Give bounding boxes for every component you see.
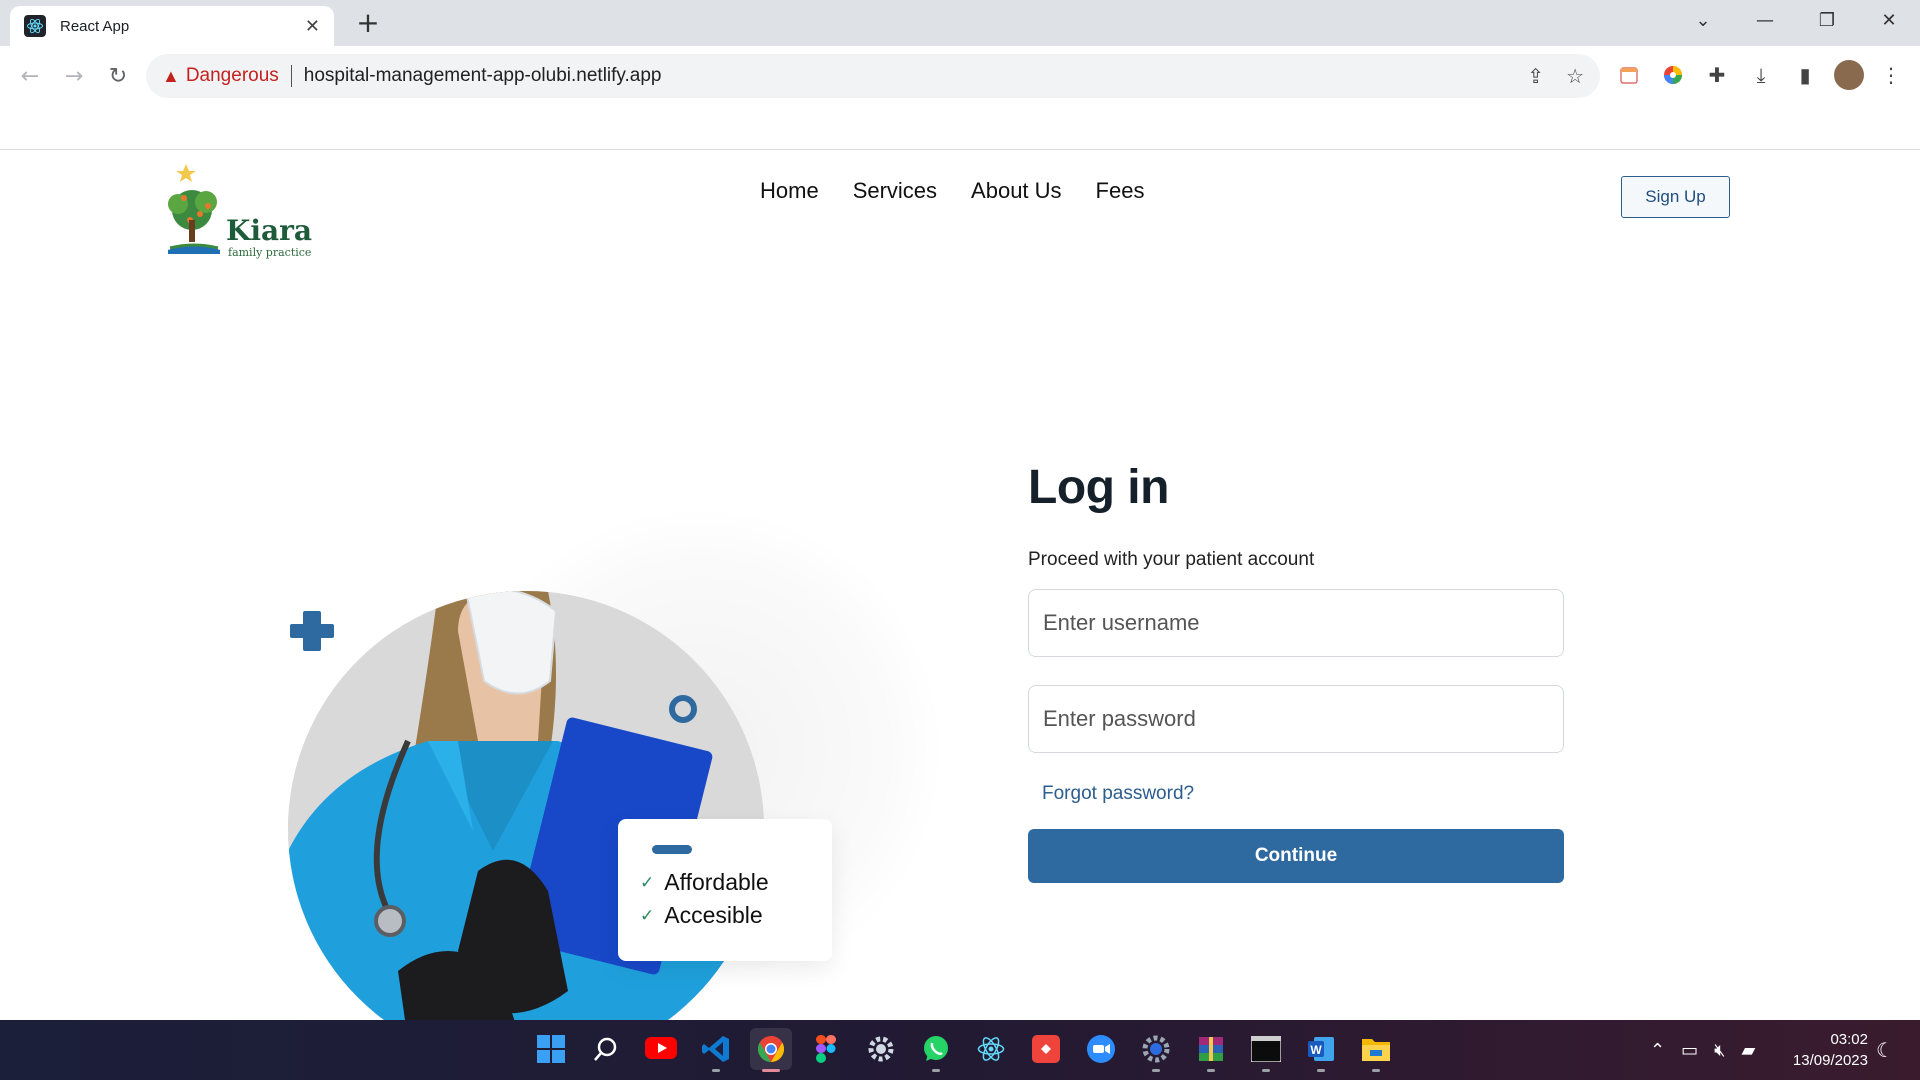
warning-triangle-icon: ▲: [162, 65, 180, 86]
login-form: Log in Proceed with your patient account…: [1028, 460, 1568, 883]
card-accent-bar: [652, 845, 692, 854]
bookmark-star-icon[interactable]: ☆: [1566, 64, 1584, 89]
vscode-icon[interactable]: [695, 1028, 737, 1072]
restore-icon[interactable]: ❐: [1796, 0, 1858, 40]
continue-button[interactable]: Continue: [1028, 829, 1564, 883]
tree-logo-icon: [168, 164, 220, 254]
sign-up-button[interactable]: Sign Up: [1621, 176, 1730, 218]
username-input[interactable]: Enter username: [1028, 589, 1564, 657]
share-icon[interactable]: ⇪: [1527, 64, 1544, 89]
logo-tagline: family practice: [228, 246, 312, 259]
forward-icon[interactable]: →: [58, 60, 90, 92]
running-indicator: [762, 1069, 780, 1072]
whatsapp-icon[interactable]: [915, 1028, 957, 1072]
side-panel-icon[interactable]: ▮: [1790, 60, 1820, 90]
color-picker-extension-icon[interactable]: [1658, 60, 1688, 90]
clock-time: 03:02: [1830, 1031, 1868, 1048]
running-indicator: [932, 1069, 940, 1072]
volume-muted-icon[interactable]: 🔇︎: [1714, 1040, 1725, 1061]
running-indicator: [712, 1069, 720, 1072]
clock-date: 13/09/2023: [1792, 1052, 1868, 1069]
running-indicator: [1317, 1069, 1325, 1072]
figma-icon[interactable]: [805, 1028, 847, 1070]
profile-avatar[interactable]: [1834, 60, 1864, 90]
settings-icon[interactable]: [860, 1028, 902, 1070]
nav-about-us[interactable]: About Us: [971, 178, 1062, 204]
extensions-puzzle-icon[interactable]: ✚: [1702, 60, 1732, 90]
zoom-icon[interactable]: [1080, 1028, 1122, 1070]
login-subtitle: Proceed with your patient account: [1028, 549, 1315, 570]
hero-illustration: ✓ Affordable ✓ Accesible: [270, 320, 970, 1067]
feature-label: Accesible: [664, 902, 763, 928]
running-indicator: [1372, 1069, 1380, 1072]
battery-icon[interactable]: ▰: [1741, 1040, 1755, 1061]
file-explorer-icon[interactable]: [1355, 1028, 1397, 1072]
windows-taskbar: W ⌃ ▭ 🔇︎ ▰ 03:02 13/09/2023 ☾: [0, 1020, 1920, 1080]
svg-text:W: W: [1310, 1043, 1322, 1057]
decorative-ring-icon: [669, 695, 697, 723]
back-icon[interactable]: ←: [14, 60, 46, 92]
web-page: Kiara family practice Home Services Abou…: [0, 150, 1920, 1067]
nav-services[interactable]: Services: [853, 178, 937, 204]
window-close-icon[interactable]: ✕: [1858, 0, 1920, 40]
windows-start-icon[interactable]: [530, 1028, 572, 1070]
chevron-up-icon[interactable]: ⌃: [1650, 1040, 1665, 1061]
security-status[interactable]: Dangerous: [186, 65, 279, 87]
tab-title: React App: [60, 17, 130, 35]
reload-icon[interactable]: ↻: [102, 60, 134, 92]
browser-toolbar: ← → ↻ ▲ Dangerous hospital-management-ap…: [0, 46, 1920, 150]
react-favicon-icon: [24, 15, 46, 37]
settings-gear-icon[interactable]: [1135, 1028, 1177, 1072]
feature-accesible: ✓ Accesible: [640, 899, 810, 932]
tab-close-icon[interactable]: ✕: [305, 16, 320, 37]
kiara-logo[interactable]: Kiara family practice: [164, 162, 314, 259]
forgot-password-link[interactable]: Forgot password?: [1042, 783, 1194, 805]
feature-affordable: ✓ Affordable: [640, 866, 810, 899]
feature-label: Affordable: [664, 869, 769, 895]
check-icon: ✓: [640, 906, 655, 925]
browser-tab[interactable]: React App ✕: [10, 6, 334, 46]
chrome-icon[interactable]: [750, 1028, 792, 1072]
taskbar-apps: W: [530, 1028, 1397, 1072]
anydesk-icon[interactable]: [1025, 1028, 1067, 1070]
tab-search-chevron-icon[interactable]: ⌄: [1672, 0, 1734, 40]
more-menu-icon[interactable]: ⋮: [1876, 60, 1906, 90]
address-bar[interactable]: ▲ Dangerous hospital-management-app-olub…: [146, 54, 1600, 98]
medical-cross-icon: [290, 611, 334, 651]
features-card: ✓ Affordable ✓ Accesible: [618, 819, 832, 961]
login-title: Log in: [1028, 461, 1169, 514]
browser-tabstrip: React App ✕ + ⌄ — ❐ ✕: [0, 0, 1920, 46]
url-text[interactable]: hospital-management-app-olubi.netlify.ap…: [304, 65, 662, 87]
network-icon[interactable]: ▭: [1681, 1040, 1698, 1061]
logo-wordmark: Kiara: [226, 214, 313, 247]
running-indicator: [1207, 1069, 1215, 1072]
password-input[interactable]: Enter password: [1028, 685, 1564, 753]
system-tray: ⌃ ▭ 🔇︎ ▰: [1650, 1020, 1755, 1080]
search-icon[interactable]: [585, 1028, 627, 1070]
nav-fees[interactable]: Fees: [1096, 178, 1145, 204]
running-indicator: [1262, 1069, 1270, 1072]
check-icon: ✓: [640, 873, 655, 892]
minimize-icon[interactable]: —: [1734, 0, 1796, 40]
extension-calendar-icon[interactable]: [1614, 60, 1644, 90]
download-icon[interactable]: ⤓: [1746, 60, 1776, 90]
winrar-icon[interactable]: [1190, 1028, 1232, 1072]
running-indicator: [1152, 1069, 1160, 1072]
taskbar-clock[interactable]: 03:02 13/09/2023: [1784, 1029, 1868, 1071]
youtube-icon[interactable]: [640, 1028, 682, 1070]
terminal-icon[interactable]: [1245, 1028, 1287, 1072]
focus-moon-icon[interactable]: ☾: [1876, 1038, 1894, 1062]
react-icon[interactable]: [970, 1028, 1012, 1070]
new-tab-button[interactable]: +: [352, 6, 384, 39]
nav-home[interactable]: Home: [760, 178, 819, 204]
main-nav: Home Services About Us Fees: [760, 178, 1144, 204]
word-icon[interactable]: W: [1300, 1028, 1342, 1072]
address-separator: [290, 65, 292, 87]
